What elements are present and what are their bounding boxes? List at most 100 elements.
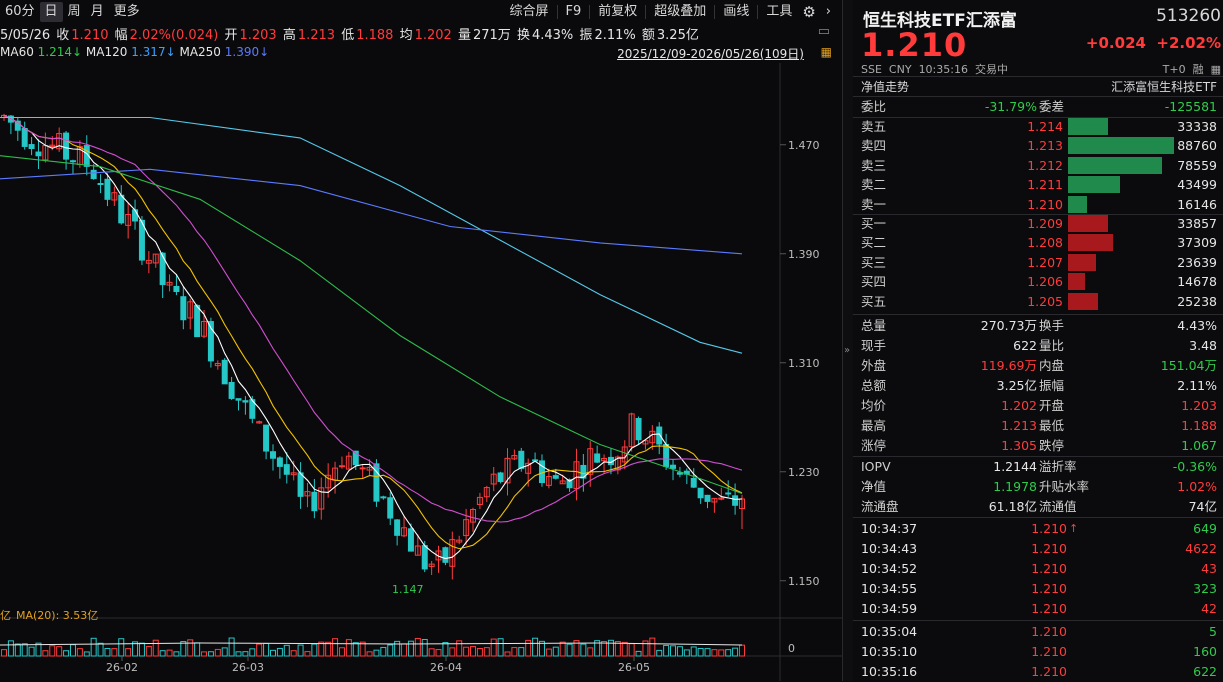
nav-trend-link[interactable]: 净值走势: [861, 78, 909, 95]
candle-body: [725, 492, 732, 495]
bids-price: 1.205: [1027, 293, 1063, 309]
tick-volume: 4622: [1185, 541, 1217, 556]
grid-icon[interactable]: ▦: [821, 45, 832, 59]
x-tick-label: 26-04: [430, 661, 462, 674]
quote-meta: SSE CNY 10:35:16 交易中: [861, 61, 1008, 77]
tick-row: 10:35:10 1.210 160: [853, 642, 1223, 662]
collapse-toggle[interactable]: »: [843, 0, 853, 681]
stat-value: 1.203: [1181, 398, 1217, 413]
volume-bar: [352, 642, 359, 657]
candle-body: [235, 398, 242, 401]
bids-volume-bar: [1068, 273, 1085, 291]
grid-small-icon[interactable]: ▦: [1211, 63, 1221, 76]
range-value: 2.02%(0.024): [129, 28, 219, 43]
volume-bar: [656, 649, 663, 657]
candle-body: [594, 453, 601, 463]
volume-bar: [214, 648, 221, 657]
volume-bar: [621, 641, 628, 657]
ma120-label: MA120: [85, 45, 128, 59]
stat-row: 现手 622 量比 3.48: [853, 336, 1223, 356]
candle-body: [538, 460, 545, 484]
asks-row[interactable]: 卖一 1.210 16146: [853, 195, 1223, 215]
bids-row[interactable]: 买四 1.206 14678: [853, 272, 1223, 292]
asks-row[interactable]: 卖二 1.211 43499: [853, 175, 1223, 195]
stat-label: 总量: [861, 318, 887, 333]
volume-bar: [21, 643, 28, 657]
tick-row: 10:35:16 1.210 622: [853, 662, 1223, 682]
bids-row[interactable]: 买三 1.207 23639: [853, 253, 1223, 273]
tab-day[interactable]: 日: [39, 2, 63, 22]
asks-volume: 78559: [1177, 157, 1217, 173]
etf-stat-row: 流通盘 61.18亿 流通值 74亿: [853, 497, 1223, 517]
etf-stat-row: 净值 1.1978 升贴水率 1.02%: [853, 477, 1223, 497]
kline-chart[interactable]: 1.470 1.390 1.310 1.230 1.150 0 1.147 亿 MA(20): …: [0, 63, 842, 681]
period-selector[interactable]: 60分: [0, 2, 40, 22]
asks-row[interactable]: 卖三 1.212 78559: [853, 156, 1223, 176]
bids-row[interactable]: 买二 1.208 37309: [853, 233, 1223, 253]
stat-label: 现手: [861, 338, 887, 353]
close-value: 1.210: [71, 28, 109, 43]
y-tick-label: 1.470: [788, 139, 820, 152]
candle-body: [552, 475, 559, 479]
tab-week[interactable]: 周: [63, 2, 86, 22]
volume-bar: [118, 638, 125, 657]
tick-time: 10:34:43: [861, 541, 918, 556]
composite-screen-button[interactable]: 综合屏: [505, 2, 554, 22]
stat-row: 涨停 1.305 跌停 1.067: [853, 436, 1223, 456]
tick-time: 10:34:59: [861, 601, 918, 616]
draw-line-button[interactable]: 画线: [718, 2, 754, 22]
date-range-label[interactable]: 2025/12/09-2026/05/26(109日): [617, 45, 804, 62]
last-price: 1.210: [861, 26, 968, 64]
candle-body: [387, 497, 394, 519]
bids-volume-bar: [1068, 215, 1108, 232]
tools-button[interactable]: 工具: [761, 2, 797, 22]
open-value: 1.203: [239, 28, 277, 43]
candle-body: [276, 457, 283, 467]
tick-volume: 160: [1193, 644, 1217, 659]
quote-panel: 恒生科技ETF汇添富 513260 1.210 +0.024 +2.02% SS…: [853, 0, 1223, 681]
stat-label: 量比: [1039, 338, 1065, 353]
candle-body: [263, 424, 270, 452]
volume-bar: [421, 638, 428, 657]
chart-panel: 60分 日 周 月 更多 综合屏 F9 前复权 超级叠加 画线 工具 ⚙ › 5…: [0, 0, 842, 681]
y-tick-label: 1.310: [788, 357, 820, 370]
volume-bar: [497, 638, 504, 657]
tick-row: 10:34:37 1.210 ↑ 649: [853, 519, 1223, 539]
candle-body: [180, 296, 187, 321]
bids-price: 1.209: [1027, 216, 1063, 231]
bids-price: 1.208: [1027, 235, 1063, 251]
settings-gear-icon[interactable]: ⚙: [797, 2, 820, 22]
ma60-label: MA60: [0, 45, 34, 59]
range-label: 幅: [114, 28, 128, 43]
tab-more[interactable]: 更多: [109, 2, 145, 22]
bids-label: 买二: [861, 235, 887, 251]
volume-bar: [676, 646, 683, 657]
stat-label: 外盘: [861, 358, 887, 373]
asks-row[interactable]: 卖五 1.214 33338: [853, 117, 1223, 137]
x-tick-label: 26-05: [618, 661, 650, 674]
volume-bar: [42, 650, 49, 657]
bids-row[interactable]: 买一 1.209 33857: [853, 214, 1223, 234]
ma250-line: [0, 168, 743, 255]
tick-arrow-icon: ↑: [1069, 522, 1079, 535]
volume-bar: [476, 648, 483, 657]
volume-bar: [221, 647, 228, 657]
bids-volume-bar: [1068, 234, 1113, 252]
asks-volume-bar: [1068, 156, 1162, 174]
ui-switch-icon[interactable]: ▭: [818, 24, 830, 39]
ma5-line: [3, 114, 743, 560]
volume-bar: [683, 649, 690, 657]
etf-stat-value: 1.2144: [993, 459, 1037, 474]
tab-month[interactable]: 月: [86, 2, 109, 22]
bids-row[interactable]: 买五 1.205 25238: [853, 292, 1223, 312]
chevron-right-icon[interactable]: ›: [821, 2, 836, 22]
f9-button[interactable]: F9: [561, 2, 587, 22]
bids-volume-bar: [1068, 253, 1096, 271]
asks-row[interactable]: 卖四 1.213 88760: [853, 136, 1223, 156]
tick-time: 10:34:37: [861, 521, 918, 536]
fund-name-link[interactable]: 汇添富恒生科技ETF: [1111, 78, 1217, 95]
forward-adjust-button[interactable]: 前复权: [593, 2, 642, 22]
asks-label: 卖五: [861, 119, 887, 134]
volume-bar: [269, 649, 276, 657]
overlay-button[interactable]: 超级叠加: [649, 2, 711, 22]
